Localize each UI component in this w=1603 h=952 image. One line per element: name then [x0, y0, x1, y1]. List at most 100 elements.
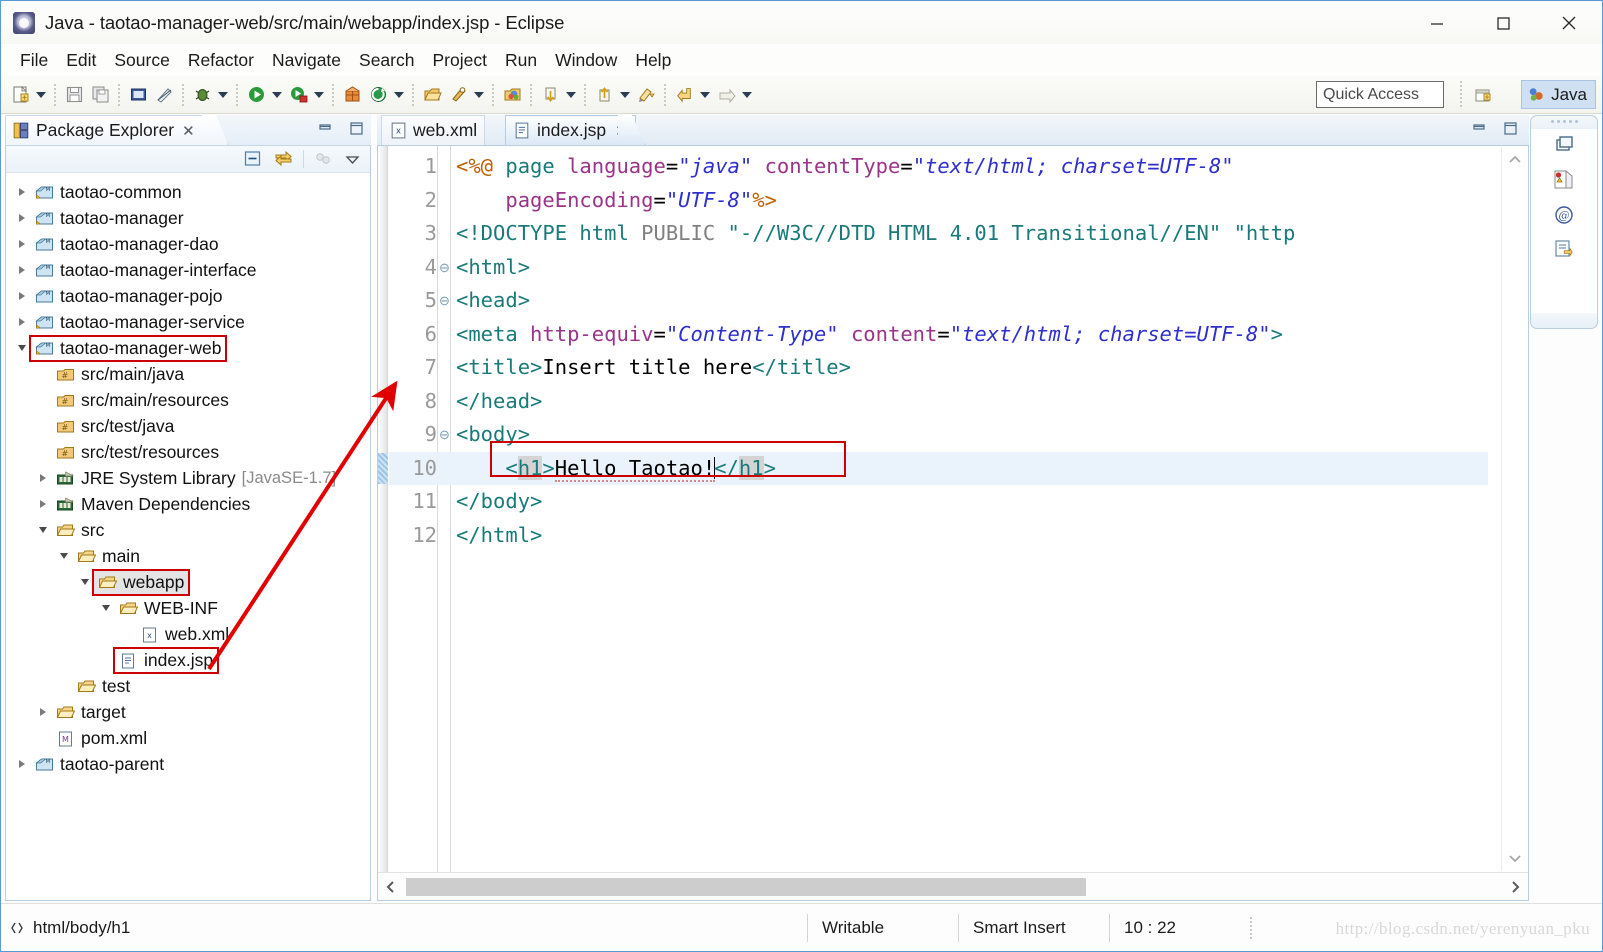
tree-item-test[interactable]: test: [6, 673, 370, 699]
back-button[interactable]: [671, 82, 697, 108]
code-line[interactable]: <body>: [378, 418, 1488, 452]
project-tree[interactable]: Mtaotao-common Mtaotao-manager Mtaotao-man…: [6, 173, 370, 900]
collapse-all-icon[interactable]: [243, 149, 264, 169]
chevron-down-icon[interactable]: [33, 82, 49, 108]
code-line[interactable]: <!DOCTYPE html PUBLIC "-//W3C//DTD HTML …: [378, 217, 1488, 251]
breadcrumb[interactable]: html/body/h1: [1, 913, 144, 943]
tree-item-taotao-manager-interface[interactable]: Mtaotao-manager-interface: [6, 257, 370, 283]
tree-item-index-jsp[interactable]: index.jsp: [6, 646, 370, 674]
menu-navigate[interactable]: Navigate: [263, 48, 350, 73]
new-java-package-button[interactable]: [339, 82, 365, 108]
chevron-right-icon[interactable]: [14, 211, 29, 226]
chevron-down-icon[interactable]: [215, 82, 231, 108]
chevron-down-icon[interactable]: [697, 82, 713, 108]
tree-item-src[interactable]: src: [6, 517, 370, 543]
view-menu-icon[interactable]: [343, 150, 362, 169]
close-button[interactable]: [1536, 1, 1602, 44]
maximize-button[interactable]: [1470, 1, 1536, 44]
menu-file[interactable]: File: [11, 48, 57, 73]
last-edit-location-button[interactable]: [633, 82, 659, 108]
chevron-down-icon[interactable]: [56, 549, 71, 564]
menu-help[interactable]: Help: [626, 48, 680, 73]
tree-item-src-main-java[interactable]: # src/main/java: [6, 361, 370, 387]
chevron-down-icon[interactable]: [391, 82, 407, 108]
hscroll-thumb[interactable]: [406, 877, 1086, 896]
tree-item-taotao-manager[interactable]: Mtaotao-manager: [6, 205, 370, 231]
chevron-down-icon[interactable]: [269, 82, 285, 108]
tree-item-taotao-common[interactable]: Mtaotao-common: [6, 179, 370, 205]
chevron-down-icon[interactable]: [98, 601, 113, 616]
tab-index-jsp[interactable]: index.jsp ✕: [505, 115, 636, 145]
tree-item-pom-xml[interactable]: Mpom.xml: [6, 725, 370, 751]
minimize-icon[interactable]: [1471, 120, 1488, 137]
save-button[interactable]: [61, 82, 87, 108]
menu-refactor[interactable]: Refactor: [179, 48, 263, 73]
tree-item-src-test-java[interactable]: # src/test/java: [6, 413, 370, 439]
tree-item-jre-system-library[interactable]: JRE System Library [JavaSE-1.7]: [6, 465, 370, 491]
open-task-button[interactable]: [499, 82, 525, 108]
code-line[interactable]: </head>: [378, 385, 1488, 419]
minimize-button[interactable]: [1404, 1, 1470, 44]
chevron-right-icon[interactable]: [14, 263, 29, 278]
editor-vertical-scrollbar[interactable]: [1501, 147, 1527, 871]
chevron-down-icon[interactable]: [471, 82, 487, 108]
tab-package-explorer[interactable]: Package Explorer ✕: [5, 115, 204, 145]
chevron-right-icon[interactable]: [14, 757, 29, 772]
chevron-right-icon[interactable]: [1502, 874, 1528, 900]
maximize-icon[interactable]: [348, 120, 365, 137]
hscroll-track[interactable]: [404, 877, 1502, 896]
run-button[interactable]: [243, 82, 269, 108]
previous-annotation-button[interactable]: [591, 82, 617, 108]
tree-item-main[interactable]: main: [6, 543, 370, 569]
chevron-down-icon[interactable]: [311, 82, 327, 108]
tree-item-taotao-manager-service[interactable]: Mtaotao-manager-service: [6, 309, 370, 335]
tree-item-web-xml[interactable]: x web.xml: [6, 621, 370, 647]
new-java-class-button[interactable]: [365, 82, 391, 108]
view-menu-filters-icon[interactable]: [313, 149, 334, 169]
javadoc-view-icon[interactable]: @: [1552, 203, 1576, 227]
code-line[interactable]: <%@ page language="java" contentType="te…: [378, 150, 1488, 184]
chevron-right-icon[interactable]: [35, 497, 50, 512]
run-external-tools-button[interactable]: [285, 82, 311, 108]
chevron-down-icon[interactable]: [1502, 845, 1528, 871]
tab-web-xml[interactable]: x web.xml: [381, 115, 486, 145]
chevron-down-icon[interactable]: [14, 341, 29, 356]
chevron-up-icon[interactable]: [1502, 147, 1528, 173]
drag-handle-dots[interactable]: [1531, 116, 1597, 123]
open-perspective-icon[interactable]: [1470, 82, 1496, 108]
toggle-mark-occurrences-button[interactable]: [151, 82, 177, 108]
code-line[interactable]: <html>: [378, 251, 1488, 285]
chevron-down-icon[interactable]: [77, 575, 92, 590]
code-line[interactable]: <meta http-equiv="Content-Type" content=…: [378, 318, 1488, 352]
save-all-button[interactable]: [87, 82, 113, 108]
link-with-editor-icon[interactable]: [273, 149, 294, 169]
tree-item-src-test-resources[interactable]: # src/test/resources: [6, 439, 370, 465]
chevron-right-icon[interactable]: [14, 315, 29, 330]
minimize-icon[interactable]: [317, 120, 334, 137]
chevron-down-icon[interactable]: [35, 523, 50, 538]
tree-item-taotao-manager-dao[interactable]: Mtaotao-manager-dao: [6, 231, 370, 257]
code-line[interactable]: pageEncoding="UTF-8"%>: [378, 184, 1488, 218]
restore-view-icon[interactable]: [1552, 133, 1576, 157]
tree-item-src-main-resources[interactable]: # src/main/resources: [6, 387, 370, 413]
open-type-button[interactable]: [419, 82, 445, 108]
tree-item-taotao-manager-pojo[interactable]: Mtaotao-manager-pojo: [6, 283, 370, 309]
print-button[interactable]: [125, 82, 151, 108]
quick-access-input[interactable]: Quick Access: [1316, 81, 1444, 108]
problems-view-icon[interactable]: [1551, 167, 1577, 193]
maximize-icon[interactable]: [1502, 120, 1519, 137]
menu-source[interactable]: Source: [105, 48, 178, 73]
editor-horizontal-scrollbar[interactable]: [378, 872, 1528, 900]
menu-run[interactable]: Run: [496, 48, 546, 73]
code-line[interactable]: <head>: [378, 284, 1488, 318]
chevron-down-icon[interactable]: [617, 82, 633, 108]
menu-search[interactable]: Search: [350, 48, 423, 73]
code-line[interactable]: <title>Insert title here</title>: [378, 351, 1488, 385]
debug-button[interactable]: [189, 82, 215, 108]
tree-item-taotao-parent[interactable]: Mtaotao-parent: [6, 751, 370, 777]
chevron-right-icon[interactable]: [14, 185, 29, 200]
menu-edit[interactable]: Edit: [57, 48, 105, 73]
code-line[interactable]: <h1>Hello Taotao!</h1>: [378, 452, 1488, 486]
close-icon[interactable]: ✕: [182, 122, 195, 140]
next-annotation-button[interactable]: [537, 82, 563, 108]
